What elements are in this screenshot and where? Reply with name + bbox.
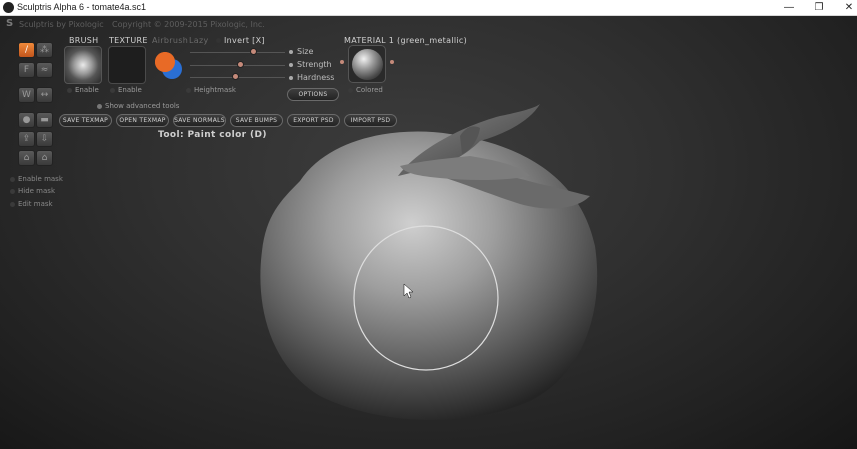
radio-icon xyxy=(348,87,353,93)
save-bumps-button[interactable]: SAVE BUMPS xyxy=(230,114,283,127)
save-normals-button[interactable]: SAVE NORMALS xyxy=(173,114,226,127)
flatten-tool-button[interactable]: F xyxy=(18,62,35,78)
enable-texture-option[interactable]: Enable xyxy=(110,86,142,94)
dot-icon xyxy=(289,49,293,54)
enable-brush-option[interactable]: Enable xyxy=(67,86,99,94)
enable-mask-label: Enable mask xyxy=(18,175,63,183)
options-button[interactable]: OPTIONS xyxy=(287,88,339,101)
colored-option[interactable]: Colored xyxy=(348,86,383,94)
radio-icon xyxy=(10,188,15,194)
export-psd-button[interactable]: EXPORT PSD xyxy=(287,114,340,127)
app-icon xyxy=(3,2,14,13)
undo-button[interactable]: ⌂ xyxy=(18,150,35,166)
material-header: MATERIAL 1 (green_metallic) xyxy=(344,36,467,45)
hardness-label-text: Hardness xyxy=(297,73,335,82)
radio-icon xyxy=(97,103,102,109)
save-file-button[interactable]: ⇩ xyxy=(36,131,53,147)
brush-alpha-thumbnail[interactable] xyxy=(64,46,102,84)
smooth-icon: ≈ xyxy=(40,65,49,75)
dot-icon xyxy=(289,62,293,67)
save-texmap-button[interactable]: SAVE TEXMAP xyxy=(59,114,112,127)
sculpt-viewport[interactable]: S Sculptris by Pixologic Copyright © 200… xyxy=(0,16,857,449)
strength-label: Strength xyxy=(289,60,332,69)
primary-color-swatch-front[interactable] xyxy=(155,52,175,72)
import-psd-button[interactable]: IMPORT PSD xyxy=(344,114,397,127)
close-button[interactable]: ✕ xyxy=(826,0,857,16)
radio-icon xyxy=(10,201,15,207)
copyright-text: Copyright © 2009-2015 Pixologic, Inc. xyxy=(112,20,265,29)
size-slider-knob[interactable] xyxy=(250,48,257,55)
material-next-icon[interactable] xyxy=(390,60,394,64)
bump-tool-button[interactable]: ⁂ xyxy=(36,42,53,58)
wireframe-button[interactable]: W xyxy=(18,87,35,103)
strength-label-text: Strength xyxy=(297,60,332,69)
size-label: Size xyxy=(289,47,313,56)
hide-mask-label: Hide mask xyxy=(18,187,55,195)
size-slider-track[interactable] xyxy=(190,52,285,53)
app-label: Sculptris by Pixologic xyxy=(19,20,104,29)
hardness-label: Hardness xyxy=(289,73,334,82)
open-icon: ⇪ xyxy=(22,134,31,144)
radio-icon xyxy=(110,87,115,93)
edit-mask-option[interactable]: Edit mask xyxy=(10,200,53,208)
brush-header: BRUSH xyxy=(69,36,99,45)
plane-icon: ▬ xyxy=(40,115,49,125)
open-file-button[interactable]: ⇪ xyxy=(18,131,35,147)
heightmask-option[interactable]: Heightmask xyxy=(186,86,236,94)
window-titlebar: Sculptris Alpha 6 - tomate4a.sc1 — ❐ ✕ xyxy=(0,0,857,16)
window-title: Sculptris Alpha 6 - tomate4a.sc1 xyxy=(17,2,147,12)
dot-icon xyxy=(289,75,293,80)
size-label-text: Size xyxy=(297,47,314,56)
material-prev-icon[interactable] xyxy=(340,60,344,64)
enable-mask-option[interactable]: Enable mask xyxy=(10,175,63,183)
redo-button[interactable]: ⌂ xyxy=(36,150,53,166)
show-advanced-label: Show advanced tools xyxy=(105,102,180,110)
hardness-slider-knob[interactable] xyxy=(232,73,239,80)
colored-label: Colored xyxy=(356,86,383,94)
hide-mask-option[interactable]: Hide mask xyxy=(10,187,55,195)
smooth-tool-button[interactable]: ≈ xyxy=(36,62,53,78)
lazy-toggle[interactable]: Lazy xyxy=(189,36,209,45)
sphere-button[interactable]: ● xyxy=(18,112,35,128)
texture-thumbnail[interactable] xyxy=(108,46,146,84)
sphere-icon: ● xyxy=(22,115,31,125)
radio-icon xyxy=(186,87,191,93)
sculptris-logo-icon: S xyxy=(6,18,14,29)
plane-button[interactable]: ▬ xyxy=(36,112,53,128)
save-icon: ⇩ xyxy=(40,134,49,144)
material-thumbnail[interactable] xyxy=(348,45,386,83)
symmetry-icon: ↔ xyxy=(40,90,49,100)
radio-icon xyxy=(67,87,72,93)
invert-toggle[interactable]: Invert [X] xyxy=(216,36,265,45)
show-advanced-option[interactable]: Show advanced tools xyxy=(97,102,179,110)
current-tool-label: Tool: Paint color (D) xyxy=(158,130,267,140)
heightmask-label: Heightmask xyxy=(194,86,236,94)
texture-header: TEXTURE xyxy=(109,36,148,45)
radio-icon xyxy=(10,176,15,182)
menu-bar: S Sculptris by Pixologic Copyright © 200… xyxy=(0,18,857,32)
open-texmap-button[interactable]: OPEN TEXMAP xyxy=(116,114,169,127)
material-ball xyxy=(352,49,383,80)
enable-texture-label: Enable xyxy=(118,86,142,94)
symmetry-button[interactable]: ↔ xyxy=(36,87,53,103)
edit-mask-label: Edit mask xyxy=(18,200,53,208)
redo-icon: ⌂ xyxy=(41,153,48,163)
strength-slider-knob[interactable] xyxy=(237,61,244,68)
airbrush-toggle[interactable]: Airbrush xyxy=(152,36,188,45)
radio-icon xyxy=(216,38,221,43)
enable-brush-label: Enable xyxy=(75,86,99,94)
undo-icon: ⌂ xyxy=(23,153,30,163)
paint-tool-button[interactable]: / xyxy=(18,42,35,58)
invert-label: Invert [X] xyxy=(224,36,265,45)
